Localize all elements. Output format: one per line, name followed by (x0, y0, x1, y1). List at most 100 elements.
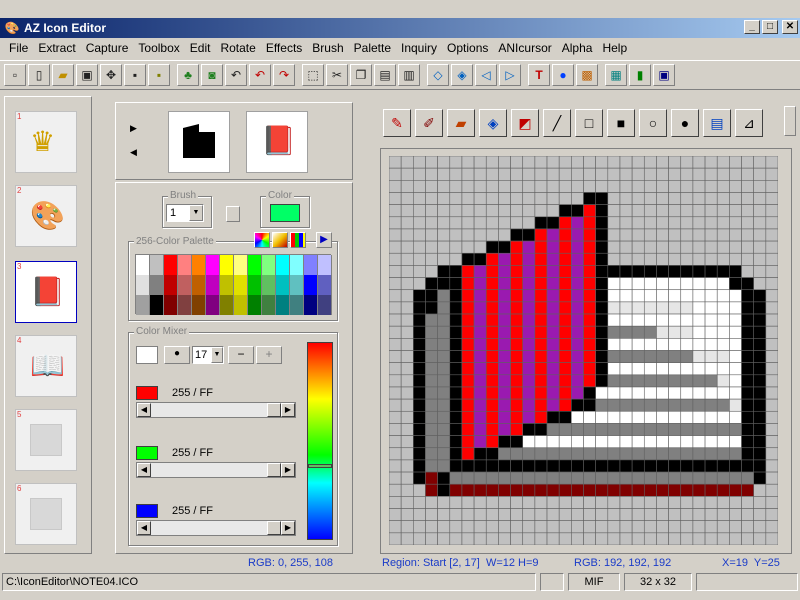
new-icon[interactable]: ▫ (4, 64, 26, 86)
palette-swatch[interactable] (262, 295, 276, 315)
pixel-cell[interactable] (729, 483, 742, 497)
pixel-cell[interactable] (437, 459, 451, 473)
pixel-cell[interactable] (595, 289, 609, 303)
icon-slot[interactable]: 6 (15, 483, 77, 545)
pixel-cell[interactable] (449, 471, 463, 485)
pixel-cell[interactable] (631, 338, 645, 351)
scroll-left-icon[interactable]: ◀ (137, 521, 151, 535)
pixel-cell[interactable] (498, 386, 511, 400)
pixel-cell[interactable] (425, 252, 438, 266)
pixel-cell[interactable] (522, 374, 536, 388)
pixel-cell[interactable] (498, 435, 511, 449)
pixel-cell[interactable] (461, 204, 475, 218)
pixel-cell[interactable] (583, 350, 596, 363)
pixel-cell[interactable] (546, 289, 560, 303)
pixel-cell[interactable] (449, 338, 463, 351)
pixel-cell[interactable] (400, 520, 414, 534)
pixel-cell[interactable] (473, 362, 487, 376)
pixel-cell[interactable] (522, 289, 536, 303)
pixel-cell[interactable] (595, 459, 609, 473)
pixel-cell[interactable] (461, 325, 475, 339)
rotate-left-icon[interactable]: ◁ (475, 64, 497, 86)
pixel-cell[interactable] (461, 386, 475, 400)
pixel-cell[interactable] (668, 228, 682, 242)
pixel-cell[interactable] (449, 156, 463, 169)
pixel-cell[interactable] (522, 459, 536, 473)
pixel-cell[interactable] (461, 374, 475, 388)
pixel-cell[interactable] (400, 240, 414, 254)
pixel-cell[interactable] (692, 508, 706, 521)
pixel-cell[interactable] (400, 362, 414, 376)
pixel-cell[interactable] (461, 277, 475, 291)
pixel-cell[interactable] (413, 277, 426, 291)
pixel-cell[interactable] (425, 289, 438, 303)
pixel-cell[interactable] (449, 265, 463, 278)
pixel-cell[interactable] (558, 313, 572, 327)
pixel-cell[interactable] (510, 180, 524, 193)
pixel-cell[interactable] (425, 301, 438, 315)
pixel-cell[interactable] (449, 350, 463, 363)
palette-tool-1-icon[interactable] (254, 232, 270, 248)
pixel-cell[interactable] (425, 435, 438, 449)
pixel-cell[interactable] (643, 338, 657, 351)
pixel-cell[interactable] (607, 204, 621, 218)
pixel-cell[interactable] (583, 313, 596, 327)
pixel-cell[interactable] (680, 362, 694, 376)
minimize-button[interactable]: _ (744, 20, 760, 34)
palette-swatch[interactable] (206, 295, 220, 315)
pixel-cell[interactable] (643, 156, 657, 169)
pixel-cell[interactable] (546, 338, 560, 351)
palette-swatch[interactable] (234, 255, 248, 275)
pixel-cell[interactable] (437, 532, 451, 545)
resource-icon[interactable]: ▦ (605, 64, 627, 86)
pixel-cell[interactable] (729, 277, 742, 291)
pixel-cell[interactable] (741, 483, 754, 497)
pixel-cell[interactable] (485, 435, 499, 449)
pixel-cell[interactable] (607, 471, 621, 485)
pixel-cell[interactable] (437, 423, 451, 436)
pixel-cell[interactable] (729, 289, 742, 303)
icon-slot[interactable]: 4 📖 (15, 335, 77, 397)
pixel-cell[interactable] (765, 459, 778, 473)
pixel-cell[interactable] (473, 483, 487, 497)
pixel-cell[interactable] (389, 374, 402, 388)
pixel-cell[interactable] (485, 496, 499, 509)
pixel-cell[interactable] (753, 289, 767, 303)
pixel-cell[interactable] (729, 508, 742, 521)
pixel-cell[interactable] (558, 435, 572, 449)
pixel-cell[interactable] (619, 216, 633, 230)
pixel-cell[interactable] (389, 483, 402, 497)
pixel-cell[interactable] (485, 265, 499, 278)
pixel-cell[interactable] (716, 508, 730, 521)
pixel-cell[interactable] (425, 483, 438, 497)
pixel-cell[interactable] (619, 374, 633, 388)
pixel-cell[interactable] (571, 362, 584, 376)
side-scroll-handle[interactable] (784, 106, 796, 136)
pixel-cell[interactable] (704, 532, 718, 545)
pixel-cell[interactable] (753, 180, 767, 193)
pixel-cell[interactable] (668, 338, 682, 351)
pixel-cell[interactable] (389, 508, 402, 521)
pixel-cell[interactable] (680, 496, 694, 509)
pixel-cell[interactable] (619, 180, 633, 193)
pixel-cell[interactable] (461, 228, 475, 242)
pixel-cell[interactable] (668, 204, 682, 218)
film-icon[interactable]: ▮ (629, 64, 651, 86)
pixel-cell[interactable] (643, 240, 657, 254)
pixel-cell[interactable] (546, 180, 560, 193)
pixel-cell[interactable] (583, 496, 596, 509)
palette-swatch[interactable] (248, 275, 262, 295)
pixel-cell[interactable] (607, 167, 621, 181)
pixel-cell[interactable] (716, 410, 730, 424)
color-replace-icon[interactable]: ◩ (511, 109, 539, 137)
pixel-cell[interactable] (704, 265, 718, 278)
pixel-cell[interactable] (546, 520, 560, 534)
pixel-cell[interactable] (643, 471, 657, 485)
pixel-cell[interactable] (473, 252, 487, 266)
pixel-cell[interactable] (534, 520, 548, 534)
pixel-cell[interactable] (631, 180, 645, 193)
palette-swatch[interactable] (150, 255, 164, 275)
pixel-cell[interactable] (753, 471, 767, 485)
pixel-cell[interactable] (583, 386, 596, 400)
pixel-cell[interactable] (413, 228, 426, 242)
